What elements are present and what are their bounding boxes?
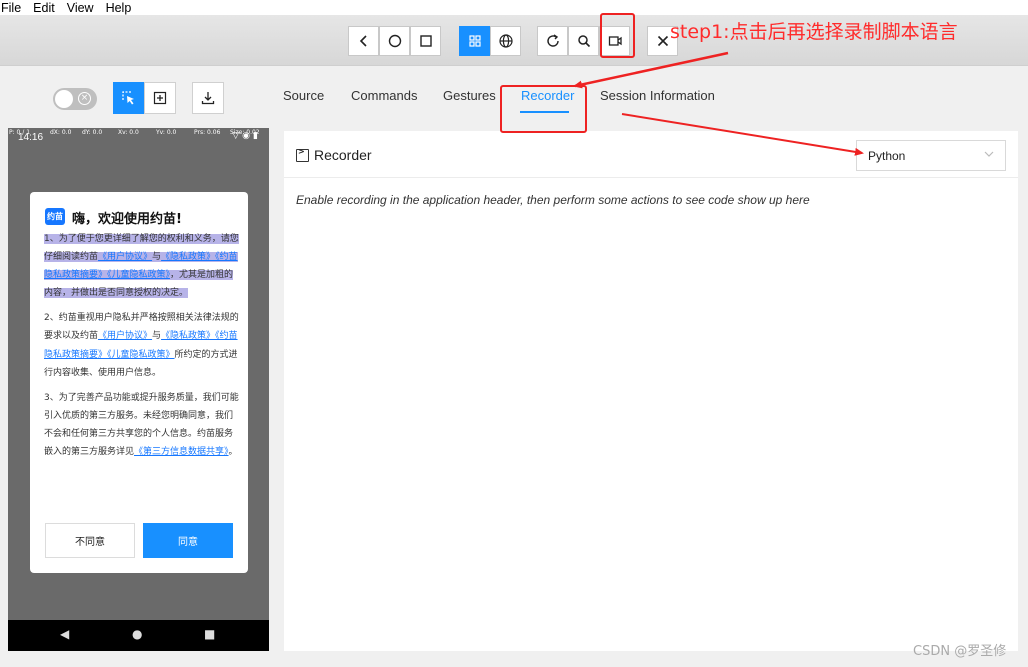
annotation-text: step1:点击后再选择录制脚本语言	[670, 21, 958, 43]
menu-help[interactable]: Help	[106, 1, 132, 15]
p1-and: 与	[152, 252, 162, 263]
status-time: 14:16	[18, 132, 44, 143]
refresh-button[interactable]	[537, 26, 568, 56]
toggle-switch[interactable]: ×	[53, 88, 97, 110]
user-agreement-link[interactable]: 《用户协议》	[98, 252, 152, 262]
select-elements-button[interactable]	[113, 82, 145, 114]
back-button[interactable]	[348, 26, 379, 56]
tap-coordinates-button[interactable]	[144, 82, 176, 114]
third-party-sharing-link[interactable]: 《第三方信息数据共享》	[134, 447, 229, 457]
menu-view[interactable]: View	[67, 1, 94, 15]
terminal-icon	[296, 147, 309, 162]
p2-and: 与	[152, 331, 162, 342]
tab-gestures[interactable]: Gestures	[443, 88, 496, 103]
recorder-header: Recorder Python	[284, 131, 1018, 178]
disagree-button[interactable]: 不同意	[45, 523, 135, 558]
chevron-left-icon	[359, 35, 367, 47]
recorder-title: Recorder	[314, 147, 372, 163]
download-icon	[201, 92, 215, 105]
home-button[interactable]	[379, 26, 410, 56]
privacy-dialog: 约苗 嗨，欢迎使用约苗! 1、为了便于您更详细了解您的权利和义务，请您仔细阅读约…	[30, 192, 248, 573]
close-icon	[657, 35, 668, 47]
dialog-paragraph-2: 2、约苗重视用户隐私并严格按照相关法律法规的要求以及约苗《用户协议》与《隐私政策…	[44, 309, 240, 381]
search-icon	[577, 35, 590, 48]
chevron-down-icon	[984, 151, 994, 157]
plus-square-icon	[153, 91, 167, 105]
tab-commands[interactable]: Commands	[351, 88, 417, 103]
language-select[interactable]: Python	[856, 140, 1006, 171]
web-mode-button[interactable]	[490, 26, 521, 56]
p3-text-end: 。	[228, 447, 238, 458]
menu-bar: File Edit View Help	[0, 0, 1028, 15]
nav-home-icon[interactable]: ●	[132, 627, 142, 641]
globe-icon	[498, 34, 513, 48]
dialog-paragraph-1: 1、为了便于您更详细了解您的权利和义务，请您仔细阅读约苗《用户协议》与《隐私政策…	[44, 230, 240, 302]
menu-file[interactable]: File	[1, 1, 21, 15]
dialog-body: 1、为了便于您更详细了解您的权利和义务，请您仔细阅读约苗《用户协议》与《隐私政策…	[44, 230, 240, 468]
agree-button[interactable]: 同意	[143, 523, 233, 558]
nav-recents-icon[interactable]: ■	[204, 627, 215, 641]
language-select-value: Python	[868, 149, 906, 163]
search-button[interactable]	[568, 26, 599, 56]
select-cursor-icon	[122, 91, 134, 105]
status-icons: ▽◉▮	[232, 131, 261, 141]
watermark: CSDN @罗圣修	[913, 644, 1007, 659]
phone-status-bar: 14:16 ▽◉▮	[8, 128, 269, 144]
dialog-title: 嗨，欢迎使用约苗!	[72, 212, 182, 227]
nav-back-icon[interactable]: ◀	[60, 627, 69, 641]
app-logo: 约苗	[45, 208, 65, 225]
record-button-highlight	[600, 13, 635, 58]
grid-icon	[468, 35, 481, 47]
square-icon	[419, 35, 432, 47]
refresh-icon	[546, 34, 559, 47]
device-screenshot[interactable]: P: 0 / 1 dX: 0.0 dY: 0.0 Xv: 0.0 Yv: 0.0…	[8, 128, 269, 651]
native-mode-button[interactable]	[459, 26, 490, 56]
user-agreement-link-2[interactable]: 《用户协议》	[98, 331, 152, 341]
tab-session-information[interactable]: Session Information	[600, 88, 715, 103]
download-screenshot-button[interactable]	[192, 82, 224, 114]
switch-knob	[55, 90, 73, 108]
dialog-paragraph-3: 3、为了完善产品功能或提升服务质量，我们可能引入优质的第三方服务。未经您明确同意…	[44, 389, 240, 461]
recorder-empty-message: Enable recording in the application head…	[296, 193, 810, 207]
menu-edit[interactable]: Edit	[33, 1, 55, 15]
recorder-panel: Recorder Python Enable recording in the …	[284, 131, 1018, 651]
circle-icon	[388, 34, 401, 48]
close-circle-icon: ×	[78, 92, 91, 105]
recorder-tab-highlight	[500, 85, 587, 133]
app-switch-button[interactable]	[410, 26, 441, 56]
tab-source[interactable]: Source	[283, 88, 324, 103]
phone-nav-bar: ◀ ● ■	[8, 620, 269, 651]
